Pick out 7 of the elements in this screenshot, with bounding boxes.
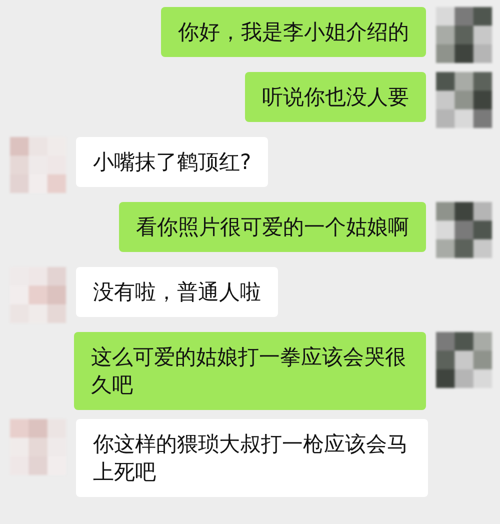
message-bubble: 听说你也没人要 bbox=[245, 72, 426, 122]
message-bubble: 小嘴抹了鹤顶红? bbox=[76, 137, 268, 187]
message-bubble: 看你照片很可爱的一个姑娘啊 bbox=[119, 202, 426, 252]
message-bubble: 你这样的猥琐大叔打一枪应该会马上死吧 bbox=[76, 419, 428, 497]
message-bubble: 你好，我是李小姐介绍的 bbox=[161, 7, 426, 57]
message-bubble: 这么可爱的姑娘打一拳应该会哭很久吧 bbox=[74, 332, 426, 410]
message-bubble: 没有啦，普通人啦 bbox=[76, 267, 278, 317]
